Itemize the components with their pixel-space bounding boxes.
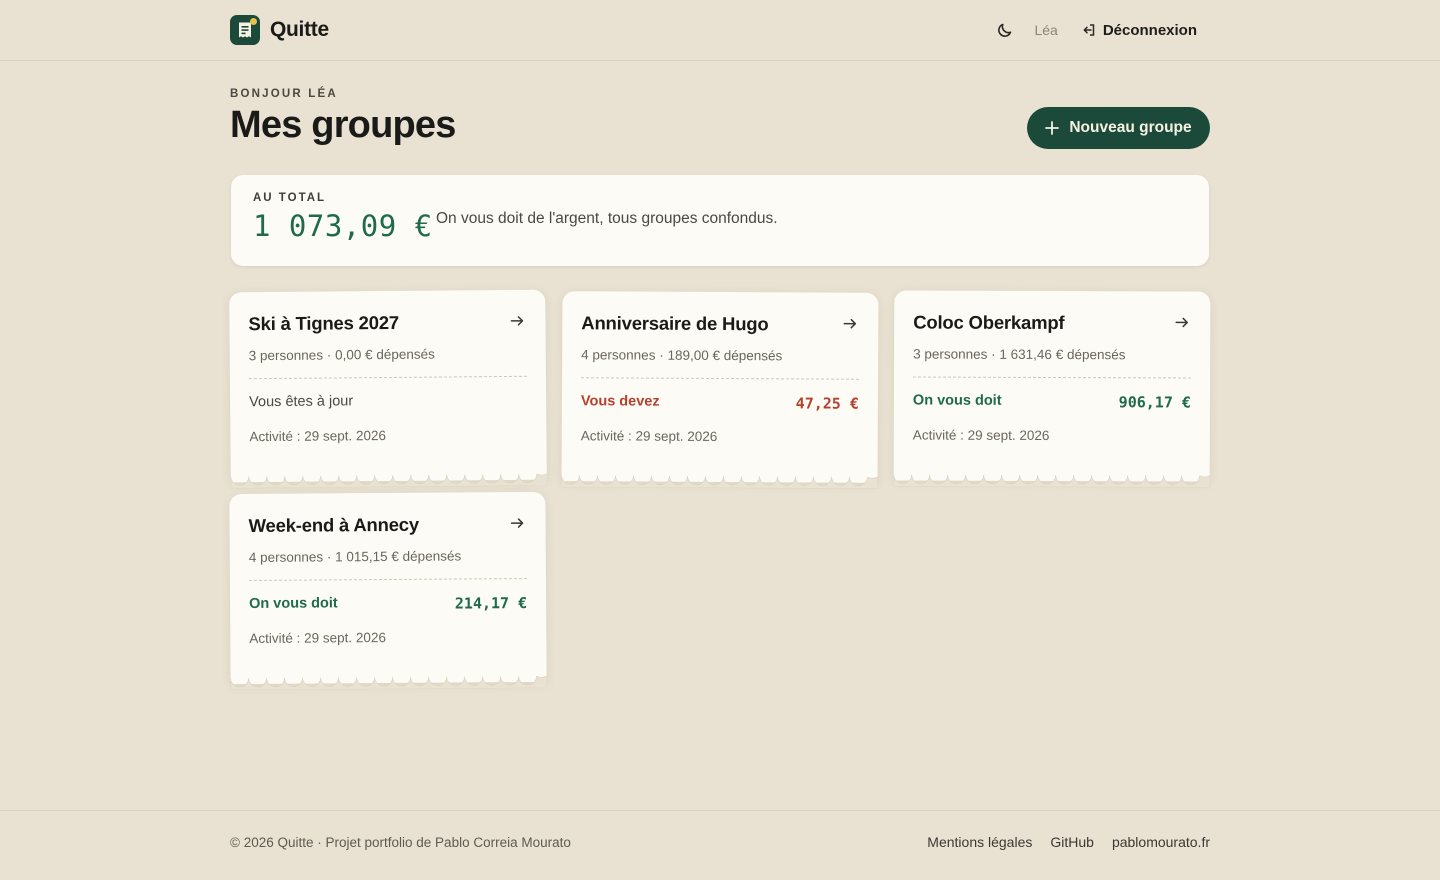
website-link[interactable]: pablomourato.fr <box>1112 834 1210 850</box>
top-bar: Quitte Léa Déconnexion <box>0 0 1440 61</box>
total-balance-card: AU TOTAL 1 073,09 € On vous doit de l'ar… <box>231 175 1209 266</box>
new-group-label: Nouveau groupe <box>1069 119 1192 136</box>
receipt-edge <box>893 474 1210 488</box>
total-description: On vous doit de l'argent, tous groupes c… <box>436 210 778 227</box>
logout-label: Déconnexion <box>1102 21 1197 39</box>
last-activity: Activité : 29 sept. 2026 <box>912 427 1050 443</box>
arrow-right-icon <box>510 518 524 528</box>
receipt-logo-icon <box>230 15 260 45</box>
arrow-right-icon <box>510 316 524 326</box>
group-meta: 3 personnes · 0,00 € dépensés <box>248 346 435 364</box>
balance-status: On vous doit <box>249 595 338 612</box>
group-title: Coloc Oberkampf <box>913 311 1065 334</box>
balance-status: On vous doit <box>912 392 1002 409</box>
logout-button[interactable]: Déconnexion <box>1082 22 1197 39</box>
footer-links: Mentions légales GitHub pablomourato.fr <box>927 834 1210 850</box>
group-meta: 3 personnes · 1 631,46 € dépensés <box>913 346 1126 363</box>
legal-link[interactable]: Mentions légales <box>927 834 1032 850</box>
last-activity: Activité : 29 sept. 2026 <box>249 630 386 646</box>
header-actions: Léa Déconnexion <box>995 20 1197 40</box>
dashed-divider <box>913 376 1192 379</box>
footer: © 2026 Quitte · Projet portfolio de Pabl… <box>0 810 1440 880</box>
balance-amount: 906,17 € <box>1118 393 1191 412</box>
dashed-divider <box>248 375 527 380</box>
group-title: Ski à Tignes 2027 <box>248 311 400 335</box>
receipt-edge <box>230 473 547 489</box>
page-title: Mes groupes <box>230 104 456 146</box>
user-name: Léa <box>1034 22 1058 38</box>
dashed-divider <box>248 578 527 581</box>
group-title: Week-end à Annecy <box>248 513 419 536</box>
balance-amount: 47,25 € <box>795 394 859 413</box>
group-meta: 4 personnes · 1 015,15 € dépensés <box>248 548 462 565</box>
total-label: AU TOTAL <box>253 192 327 204</box>
total-amount: 1 073,09 € <box>253 209 433 243</box>
balance-status: Vous devez <box>580 393 660 410</box>
receipt-edge <box>561 475 878 489</box>
receipt-edge <box>230 675 547 691</box>
copyright: © 2026 Quitte · Projet portfolio de Pabl… <box>230 835 571 850</box>
group-card[interactable]: Coloc Oberkampf 3 personnes · 1 631,46 €… <box>893 290 1211 488</box>
new-group-button[interactable]: Nouveau groupe <box>1027 107 1210 149</box>
moon-icon <box>998 23 1012 37</box>
logout-icon <box>1083 24 1095 36</box>
greeting: BONJOUR LÉA <box>230 88 338 100</box>
arrow-right-icon <box>843 318 857 329</box>
group-card[interactable]: Ski à Tignes 2027 3 personnes · 0,00 € d… <box>229 289 547 489</box>
github-link[interactable]: GitHub <box>1050 834 1094 850</box>
theme-toggle-button[interactable] <box>995 20 1015 40</box>
group-card[interactable]: Anniversaire de Hugo 4 personnes · 189,0… <box>561 291 879 489</box>
group-meta: 4 personnes · 189,00 € dépensés <box>581 347 783 364</box>
balance-status: Vous êtes à jour <box>249 393 354 411</box>
brand-link[interactable]: Quitte <box>230 15 329 45</box>
last-activity: Activité : 29 sept. 2026 <box>249 428 387 445</box>
group-title: Anniversaire de Hugo <box>581 312 769 335</box>
dashed-divider <box>581 377 860 380</box>
app-name: Quitte <box>270 18 329 41</box>
plus-icon <box>1045 121 1060 135</box>
arrow-right-icon <box>1175 317 1188 328</box>
group-card[interactable]: Week-end à Annecy 4 personnes · 1 015,15… <box>229 491 547 691</box>
balance-amount: 214,17 € <box>454 594 528 613</box>
last-activity: Activité : 29 sept. 2026 <box>580 428 718 444</box>
